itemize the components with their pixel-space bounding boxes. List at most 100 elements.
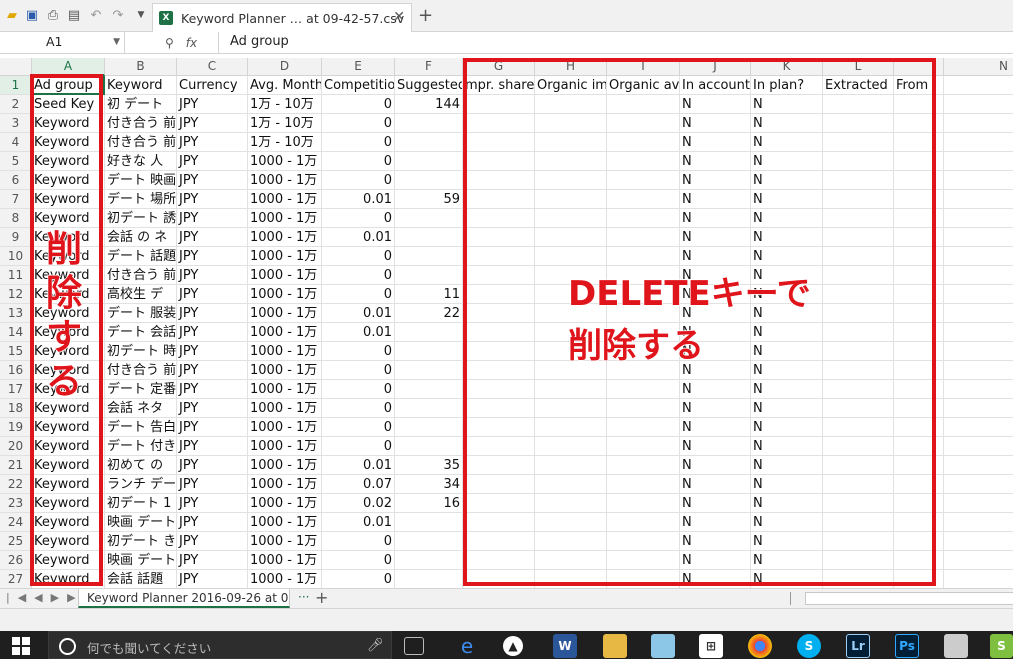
data-cell[interactable]: N xyxy=(751,380,823,399)
data-cell[interactable]: JPY xyxy=(177,513,248,532)
data-cell[interactable]: デート 映画 xyxy=(105,171,177,190)
data-cell[interactable] xyxy=(607,95,680,114)
data-cell[interactable] xyxy=(823,190,894,209)
data-cell[interactable]: JPY xyxy=(177,456,248,475)
data-cell[interactable]: 映画 デート xyxy=(105,551,177,570)
data-cell[interactable] xyxy=(395,418,463,437)
header-cell[interactable]: mpr. share xyxy=(463,76,535,95)
data-cell[interactable]: 映画 デート xyxy=(105,513,177,532)
data-cell[interactable] xyxy=(463,532,535,551)
data-cell[interactable]: N xyxy=(680,418,751,437)
data-cell[interactable] xyxy=(395,437,463,456)
data-cell[interactable]: JPY xyxy=(177,342,248,361)
data-cell[interactable]: JPY xyxy=(177,95,248,114)
data-cell[interactable] xyxy=(535,380,607,399)
data-cell[interactable] xyxy=(944,532,1013,551)
data-cell[interactable] xyxy=(607,380,680,399)
data-cell[interactable] xyxy=(894,418,944,437)
data-cell[interactable] xyxy=(894,95,944,114)
data-cell[interactable] xyxy=(607,171,680,190)
data-cell[interactable]: 好きな 人 xyxy=(105,152,177,171)
data-cell[interactable] xyxy=(894,152,944,171)
data-cell[interactable]: N xyxy=(751,513,823,532)
data-cell[interactable]: 付き合う 前 xyxy=(105,266,177,285)
data-cell[interactable] xyxy=(535,532,607,551)
data-cell[interactable] xyxy=(607,152,680,171)
data-cell[interactable]: 0.01 xyxy=(322,228,395,247)
data-cell[interactable]: JPY xyxy=(177,323,248,342)
data-cell[interactable] xyxy=(395,152,463,171)
notepad-icon[interactable] xyxy=(651,634,675,658)
header-cell[interactable]: Currency xyxy=(177,76,248,95)
data-cell[interactable]: JPY xyxy=(177,228,248,247)
column-header-a[interactable]: A xyxy=(32,58,105,76)
data-cell[interactable]: Keyword xyxy=(32,209,105,228)
data-cell[interactable] xyxy=(823,380,894,399)
add-sheet-button[interactable]: + xyxy=(315,588,328,607)
data-cell[interactable]: N xyxy=(751,171,823,190)
row-header[interactable]: 15 xyxy=(0,342,32,361)
data-cell[interactable] xyxy=(823,513,894,532)
data-cell[interactable] xyxy=(463,380,535,399)
data-cell[interactable]: N xyxy=(751,418,823,437)
data-cell[interactable]: Seed Key xyxy=(32,95,105,114)
data-cell[interactable]: 0 xyxy=(322,532,395,551)
data-cell[interactable] xyxy=(607,247,680,266)
data-cell[interactable] xyxy=(535,475,607,494)
chrome-icon[interactable] xyxy=(748,634,772,658)
data-cell[interactable] xyxy=(944,418,1013,437)
column-header-e[interactable]: E xyxy=(322,58,395,76)
data-cell[interactable]: JPY xyxy=(177,285,248,304)
data-cell[interactable]: N xyxy=(680,228,751,247)
data-cell[interactable]: 1万 - 10万 xyxy=(248,133,322,152)
open-folder-icon[interactable]: ▰ xyxy=(4,7,20,23)
data-cell[interactable] xyxy=(894,190,944,209)
data-cell[interactable] xyxy=(894,437,944,456)
data-cell[interactable]: Keyword xyxy=(32,475,105,494)
data-cell[interactable]: N xyxy=(680,171,751,190)
data-cell[interactable] xyxy=(395,323,463,342)
data-cell[interactable]: 会話 ネタ xyxy=(105,399,177,418)
column-header-k[interactable]: K xyxy=(751,58,823,76)
data-cell[interactable] xyxy=(535,95,607,114)
word-icon[interactable]: W xyxy=(553,634,577,658)
data-cell[interactable] xyxy=(944,513,1013,532)
data-cell[interactable] xyxy=(823,95,894,114)
data-cell[interactable]: 1000 - 1万 xyxy=(248,380,322,399)
data-cell[interactable]: N xyxy=(680,190,751,209)
data-cell[interactable]: JPY xyxy=(177,209,248,228)
data-cell[interactable] xyxy=(894,513,944,532)
header-cell[interactable]: Organic im xyxy=(535,76,607,95)
column-header-b[interactable]: B xyxy=(105,58,177,76)
row-header[interactable]: 1 xyxy=(0,76,32,95)
data-cell[interactable]: N xyxy=(751,95,823,114)
data-cell[interactable]: N xyxy=(751,228,823,247)
data-cell[interactable] xyxy=(894,304,944,323)
row-header[interactable]: 18 xyxy=(0,399,32,418)
column-header-d[interactable]: D xyxy=(248,58,322,76)
sheet-tab-active[interactable]: Keyword Planner 2016-09-26 at 0 xyxy=(78,589,290,608)
data-cell[interactable] xyxy=(944,342,1013,361)
data-cell[interactable] xyxy=(607,513,680,532)
data-cell[interactable] xyxy=(944,551,1013,570)
data-cell[interactable]: Keyword xyxy=(32,570,105,588)
header-cell[interactable]: Extracted xyxy=(823,76,894,95)
row-header[interactable]: 10 xyxy=(0,247,32,266)
data-cell[interactable]: JPY xyxy=(177,475,248,494)
data-cell[interactable]: 1000 - 1万 xyxy=(248,190,322,209)
data-cell[interactable] xyxy=(894,551,944,570)
data-cell[interactable]: Keyword xyxy=(32,133,105,152)
data-cell[interactable] xyxy=(607,475,680,494)
data-cell[interactable] xyxy=(463,209,535,228)
undo-icon[interactable]: ↶ xyxy=(88,7,104,23)
data-cell[interactable] xyxy=(535,171,607,190)
data-cell[interactable]: 1000 - 1万 xyxy=(248,456,322,475)
data-cell[interactable]: N xyxy=(680,513,751,532)
data-cell[interactable] xyxy=(395,114,463,133)
data-cell[interactable] xyxy=(395,380,463,399)
header-cell[interactable] xyxy=(944,76,1013,95)
data-cell[interactable]: 1000 - 1万 xyxy=(248,152,322,171)
data-cell[interactable]: N xyxy=(680,95,751,114)
data-cell[interactable]: 0.01 xyxy=(322,190,395,209)
data-cell[interactable]: N xyxy=(751,475,823,494)
